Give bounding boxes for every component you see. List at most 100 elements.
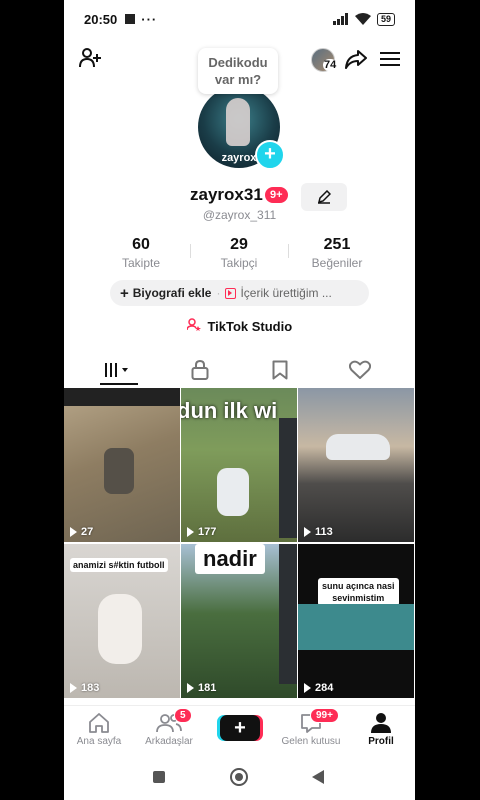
add-story-button[interactable]: + (255, 140, 285, 170)
share-icon[interactable] (343, 46, 369, 72)
profile-stats: 60 Takipte 29 Takipçi 251 Beğeniler (64, 236, 415, 272)
view-count: 27 (70, 526, 93, 538)
nav-friends[interactable]: 5 Arkadaşlar (134, 708, 204, 747)
tiktok-studio-link[interactable]: TikTok Studio (64, 318, 415, 334)
thumb-car (326, 434, 390, 460)
tab-liked[interactable] (316, 352, 404, 388)
video-thumbnail[interactable]: sunu açınca nasi sevinmistim 284 (298, 544, 414, 698)
view-count-text: 183 (81, 682, 100, 694)
view-count: 183 (70, 682, 99, 694)
profile-icon (371, 713, 391, 733)
likes-label: Beğeniler (311, 256, 363, 270)
video-thumbnail[interactable]: 113 (298, 388, 414, 542)
stats-divider (288, 244, 289, 258)
thumb-figure (104, 448, 134, 494)
video-caption: nadir (195, 544, 265, 574)
followers-label: Takipçi (220, 256, 258, 270)
view-count: 113 (304, 526, 333, 538)
following-label: Takipte (121, 256, 161, 270)
studio-icon (186, 318, 205, 334)
nav-friends-label: Arkadaşlar (145, 736, 193, 747)
play-icon (304, 683, 311, 693)
edit-profile-button[interactable] (301, 183, 347, 211)
video-caption: dun ilk wi (181, 398, 278, 423)
nav-inbox[interactable]: 99+ Gelen kutusu (276, 708, 346, 747)
bio-category-text: İçerik ürettiğim ... (240, 286, 332, 300)
system-nav-bar (64, 756, 415, 800)
play-icon (70, 527, 77, 537)
name-badge[interactable]: 9+ (265, 187, 288, 203)
video-thumbnail[interactable]: 27 (64, 388, 180, 542)
nav-profile-label: Profil (368, 736, 394, 747)
user-handle: @zayrox_311 (202, 208, 277, 222)
menu-icon[interactable] (377, 46, 403, 72)
video-caption: anamizi s#ktin futboll (70, 558, 168, 572)
nav-home[interactable]: Ana sayfa (64, 712, 134, 747)
bottom-navigation: Ana sayfa 5 Arkadaşlar + 99+ Gelen kutus… (64, 705, 415, 756)
visitors-avatar-button[interactable]: 74 (306, 46, 340, 74)
likes-stat[interactable]: 251 Beğeniler (297, 236, 377, 270)
play-icon (70, 683, 77, 693)
bio-pill[interactable]: + Biyografi ekle · İçerik ürettiğim ... (110, 280, 369, 306)
active-tab-indicator (100, 383, 138, 385)
nav-profile[interactable]: Profil (346, 712, 415, 747)
note-bubble[interactable]: Dedikodu var mı? (198, 48, 278, 94)
create-button[interactable]: + (220, 715, 260, 741)
heart-icon (349, 360, 371, 379)
stats-divider (190, 244, 191, 258)
battery-indicator: 59 (376, 12, 395, 26)
tab-saved[interactable] (236, 352, 324, 388)
note-bubble-line1: Dedikodu (208, 55, 268, 70)
video-thumbnail[interactable]: dun ilk wi 177 (181, 388, 297, 542)
view-count: 284 (304, 682, 333, 694)
studio-label: TikTok Studio (207, 319, 293, 334)
recent-apps-icon[interactable] (153, 771, 165, 783)
followers-stat[interactable]: 29 Takipçi (199, 236, 279, 270)
nav-home-label: Ana sayfa (76, 736, 122, 747)
add-friend-icon[interactable] (76, 44, 104, 72)
caption-line2: sevinmistim (332, 593, 385, 603)
video-thumbnail[interactable]: anamizi s#ktin futboll 183 (64, 544, 180, 698)
lock-icon (191, 360, 209, 380)
view-count-text: 27 (81, 526, 94, 538)
add-bio-plus-icon: + (120, 284, 129, 302)
thumb-screen (298, 604, 414, 650)
play-icon (187, 683, 194, 693)
nav-inbox-label: Gelen kutusu (281, 736, 341, 747)
play-icon (304, 527, 311, 537)
view-count-text: 177 (198, 526, 217, 538)
following-stat[interactable]: 60 Takipte (101, 236, 181, 270)
status-time: 20:50 (84, 11, 118, 27)
grid-filter-icon (105, 363, 128, 377)
video-thumbnail[interactable]: nadir 181 (181, 544, 297, 698)
notification-icon (125, 14, 136, 24)
avatar-figure (226, 98, 250, 146)
thumb-hand (98, 594, 142, 664)
likes-count: 251 (323, 236, 351, 253)
bio-divider: · (216, 286, 221, 300)
signal-icon (332, 13, 348, 25)
phone-screen: 20:50 ··· 59 74 zayrox + Dedikodu var mı… (64, 0, 415, 800)
bookmark-icon (272, 360, 288, 380)
home-system-icon[interactable] (230, 768, 248, 786)
tab-private[interactable] (156, 352, 244, 388)
followers-count: 29 (230, 236, 248, 253)
display-name: zayrox31 (190, 185, 263, 204)
note-bubble-line2: var mı? (214, 72, 262, 87)
thumb-figure (217, 468, 249, 516)
add-bio-label: Biyografi ekle (132, 286, 212, 300)
view-count-text: 284 (315, 682, 334, 694)
friends-badge: 5 (174, 708, 192, 723)
more-notifications-icon: ··· (141, 11, 158, 27)
thumb-sidebar (279, 418, 297, 538)
username-row: zayrox31 9+ (64, 183, 415, 211)
back-icon[interactable] (312, 770, 324, 784)
home-icon (89, 713, 109, 733)
view-count-text: 113 (315, 526, 333, 538)
play-icon (187, 527, 194, 537)
thumb-sidebar (279, 544, 297, 684)
pencil-icon (317, 190, 331, 204)
visitor-count: 74 (323, 59, 338, 71)
status-bar: 20:50 ··· 59 (64, 0, 415, 38)
view-count-text: 181 (198, 682, 217, 694)
